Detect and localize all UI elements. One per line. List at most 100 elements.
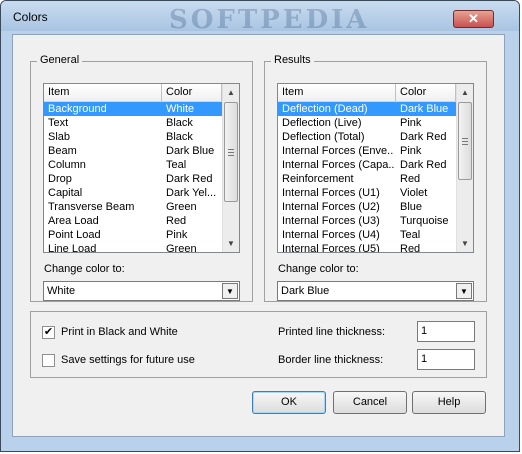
row-item-name: Point Load (48, 229, 101, 241)
print-bw-checkbox[interactable]: ✔ (42, 326, 55, 339)
table-row[interactable]: Deflection (Total) Dark Red (278, 130, 456, 144)
general-groupbox: General Item Color Background White Text Bl… (30, 54, 253, 302)
table-row[interactable]: Deflection (Live) Pink (278, 116, 456, 130)
scrollbar-thumb[interactable] (224, 102, 238, 202)
table-row[interactable]: Deflection (Dead) Dark Blue (278, 102, 456, 116)
options-groupbox: ✔ Print in Black and White Save settings… (30, 311, 487, 378)
scroll-down-icon[interactable]: ▼ (457, 235, 473, 252)
table-row[interactable]: Internal Forces (U5) Red (278, 242, 456, 253)
dropdown-arrow-icon[interactable]: ▼ (222, 283, 238, 299)
row-color-value: Dark Yel... (166, 187, 217, 199)
table-row[interactable]: Internal Forces (U4) Teal (278, 228, 456, 242)
border-line-label: Border line thickness: (278, 354, 384, 366)
table-row[interactable]: Drop Dark Red (44, 172, 222, 186)
row-item-name: Transverse Beam (48, 201, 135, 213)
table-row[interactable]: Capital Dark Yel... (44, 186, 222, 200)
row-color-value: Pink (400, 145, 422, 157)
save-settings-checkbox[interactable] (42, 354, 55, 367)
table-row[interactable]: Internal Forces (U1) Violet (278, 186, 456, 200)
general-color-select[interactable]: White ▼ (43, 281, 240, 301)
grip-line (462, 144, 468, 145)
row-item-name: Internal Forces (U4) (282, 229, 380, 241)
row-item-name: Internal Forces (U1) (282, 187, 380, 199)
table-row[interactable]: Internal Forces (U2) Blue (278, 200, 456, 214)
scroll-up-icon[interactable]: ▲ (223, 84, 239, 101)
scroll-up-icon[interactable]: ▲ (457, 84, 473, 101)
row-item-name: Internal Forces (U3) (282, 215, 380, 227)
results-scrollbar[interactable]: ▲ ▼ (456, 84, 473, 252)
results-column-color[interactable]: Color (396, 84, 456, 101)
row-color-value: Teal (166, 159, 187, 171)
help-button[interactable]: Help (412, 391, 486, 414)
table-row[interactable]: Background White (44, 102, 222, 116)
title-bar[interactable]: Colors SOFTPEDIA ✕ (1, 1, 519, 35)
row-item-name: Internal Forces (U5) (282, 243, 380, 253)
row-color-value: Dark Blue (166, 145, 215, 157)
general-list[interactable]: Item Color Background White Text Black Slab B… (43, 83, 240, 253)
general-color-value: White (47, 285, 76, 297)
ok-button[interactable]: OK (252, 391, 326, 414)
row-color-value: Pink (400, 117, 422, 129)
table-row[interactable]: Text Black (44, 116, 222, 130)
row-item-name: Slab (48, 131, 71, 143)
table-row[interactable]: Beam Dark Blue (44, 144, 222, 158)
scroll-down-icon[interactable]: ▼ (223, 235, 239, 252)
table-row[interactable]: Area Load Red (44, 214, 222, 228)
cancel-button[interactable]: Cancel (333, 391, 407, 414)
table-row[interactable]: Internal Forces (U3) Turquoise (278, 214, 456, 228)
row-item-name: Reinforcement (282, 173, 354, 185)
table-row[interactable]: Internal Forces (Enve... Pink (278, 144, 456, 158)
row-color-value: Black (166, 117, 193, 129)
row-color-value: Black (166, 131, 193, 143)
row-item-name: Drop (48, 173, 72, 185)
row-color-value: Red (400, 243, 421, 253)
results-list[interactable]: Item Color Deflection (Dead) Dark Blue Def… (277, 83, 474, 253)
row-item-name: Deflection (Dead) (282, 103, 368, 115)
row-item-name: Deflection (Live) (282, 117, 362, 129)
table-row[interactable]: Internal Forces (Capa... Dark Red (278, 158, 456, 172)
scrollbar-thumb[interactable] (458, 102, 472, 180)
printed-line-input[interactable]: 1 (417, 321, 475, 342)
general-column-item[interactable]: Item (44, 84, 162, 101)
row-item-name: Area Load (48, 215, 99, 227)
save-settings-label[interactable]: Save settings for future use (61, 354, 195, 366)
print-bw-label[interactable]: Print in Black and White (61, 326, 178, 338)
row-color-value: Dark Red (400, 131, 447, 143)
grip-line (462, 138, 468, 139)
printed-line-value: 1 (421, 325, 428, 337)
general-column-color[interactable]: Color (162, 84, 222, 101)
grip-line (228, 152, 234, 153)
table-row[interactable]: Slab Black (44, 130, 222, 144)
table-row[interactable]: Reinforcement Red (278, 172, 456, 186)
table-row[interactable]: Column Teal (44, 158, 222, 172)
close-button[interactable]: ✕ (453, 10, 494, 28)
grip-line (462, 141, 468, 142)
row-color-value: Dark Blue (400, 103, 449, 115)
row-item-name: Column (48, 159, 86, 171)
row-item-name: Text (48, 117, 69, 129)
table-row[interactable]: Point Load Pink (44, 228, 222, 242)
results-group-label: Results (271, 54, 314, 66)
grip-line (228, 155, 234, 156)
row-color-value: Violet (400, 187, 428, 199)
row-item-name: Line Load (48, 243, 97, 253)
results-column-item[interactable]: Item (278, 84, 396, 101)
general-scrollbar[interactable]: ▲ ▼ (222, 84, 239, 252)
colors-dialog: Colors SOFTPEDIA ✕ General Item Color Ba… (0, 0, 520, 452)
border-line-value: 1 (421, 353, 428, 365)
checkmark-icon: ✔ (43, 326, 54, 338)
row-color-value: Dark Red (400, 159, 447, 171)
results-change-label: Change color to: (278, 263, 359, 275)
window-title: Colors (13, 10, 48, 24)
dropdown-arrow-icon[interactable]: ▼ (456, 283, 472, 299)
table-row[interactable]: Transverse Beam Green (44, 200, 222, 214)
table-row[interactable]: Line Load Green (44, 242, 222, 253)
border-line-input[interactable]: 1 (417, 349, 475, 370)
row-item-name: Background (48, 103, 107, 115)
general-group-label: General (37, 54, 83, 66)
row-color-value: Green (166, 243, 197, 253)
results-color-select[interactable]: Dark Blue ▼ (277, 281, 474, 301)
results-groupbox: Results Item Color Deflection (Dead) Dark… (264, 54, 487, 302)
row-item-name: Internal Forces (Capa... (282, 159, 394, 171)
watermark-text: SOFTPEDIA (169, 5, 370, 35)
